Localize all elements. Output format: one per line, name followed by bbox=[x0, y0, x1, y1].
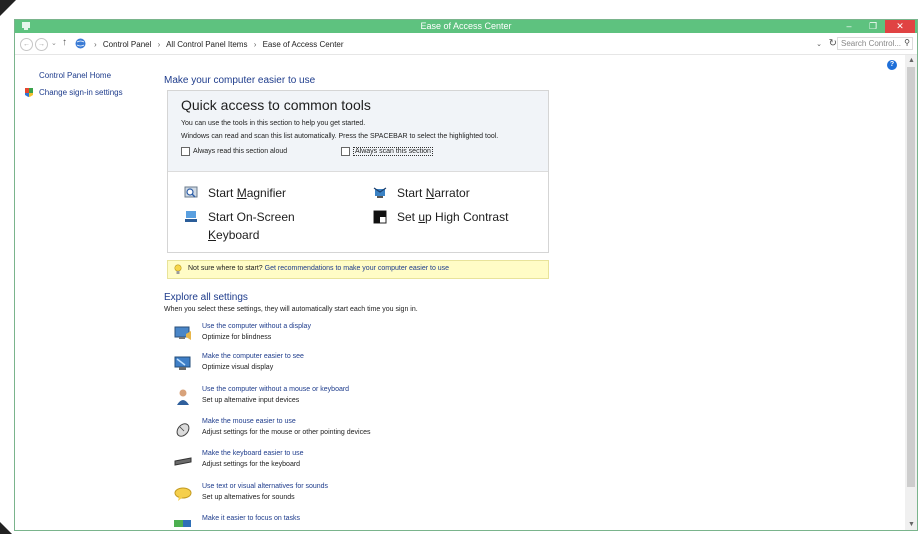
scroll-thumb[interactable] bbox=[907, 67, 915, 487]
recent-locations-dropdown[interactable]: ⌄ bbox=[51, 39, 57, 47]
search-placeholder: Search Control... bbox=[841, 39, 902, 48]
search-input[interactable]: Search Control... ⚲ bbox=[837, 37, 913, 50]
start-narrator-button[interactable]: Start Narrator bbox=[373, 184, 470, 202]
tool-access-key: M bbox=[236, 186, 247, 200]
shield-icon bbox=[25, 88, 33, 97]
start-on-screen-keyboard-button[interactable]: Start On-Screen Keyboard bbox=[185, 208, 328, 244]
focus-tasks-icon bbox=[174, 520, 191, 527]
scroll-down-arrow[interactable]: ▼ bbox=[908, 521, 915, 528]
hint-text: Not sure where to start? Get recommendat… bbox=[188, 265, 449, 272]
setting-link[interactable]: Use text or visual alternatives for soun… bbox=[202, 483, 328, 490]
checkbox-label[interactable]: Always read this section aloud bbox=[193, 148, 287, 155]
forward-button[interactable]: → bbox=[35, 38, 48, 51]
tool-label: p High Contrast bbox=[425, 210, 509, 224]
tool-label: Start bbox=[397, 186, 426, 200]
monitor-speaker-icon bbox=[174, 326, 191, 340]
setting-link[interactable]: Use the computer without a mouse or keyb… bbox=[202, 386, 349, 393]
help-icon[interactable]: ? bbox=[887, 60, 897, 70]
address-dropdown-icon[interactable]: ⌄ bbox=[816, 40, 822, 48]
keyboard-icon bbox=[174, 457, 192, 466]
setting-link[interactable]: Make the mouse easier to use bbox=[202, 418, 296, 425]
scroll-up-arrow[interactable]: ▲ bbox=[908, 57, 915, 64]
setting-item-sounds: Use text or visual alternatives for soun… bbox=[173, 483, 533, 507]
mouse-icon bbox=[176, 423, 190, 437]
tool-access-key: K bbox=[208, 228, 217, 242]
set-up-high-contrast-button[interactable]: Set up High Contrast bbox=[373, 208, 509, 226]
back-button[interactable]: ← bbox=[20, 38, 33, 51]
ease-of-access-window: Ease of Access Center – ❐ ✕ ← → ⌄ ↑ › Co… bbox=[14, 19, 918, 531]
setting-item-no-display: Use the computer without a display Optim… bbox=[173, 323, 533, 347]
hint-question: Not sure where to start? bbox=[188, 265, 265, 272]
quick-access-description: Windows can read and scan this list auto… bbox=[181, 133, 499, 140]
setting-link[interactable]: Use the computer without a display bbox=[202, 323, 311, 330]
vertical-scrollbar[interactable]: ▲ ▼ bbox=[905, 55, 917, 530]
screen-corner bbox=[0, 522, 12, 534]
setting-item-keyboard: Make the keyboard easier to use Adjust s… bbox=[173, 450, 533, 474]
breadcrumb-separator: › bbox=[157, 40, 161, 49]
setting-link[interactable]: Make the keyboard easier to use bbox=[202, 450, 304, 457]
control-panel-home-link[interactable]: Control Panel Home bbox=[39, 71, 111, 80]
setting-description: Optimize visual display bbox=[202, 364, 274, 371]
breadcrumb: › Control Panel › All Control Panel Item… bbox=[90, 40, 344, 49]
tool-label: Start bbox=[208, 186, 237, 200]
monitor-icon bbox=[174, 356, 191, 370]
high-contrast-icon bbox=[373, 210, 387, 224]
change-sign-in-settings-link[interactable]: Change sign-in settings bbox=[39, 88, 123, 97]
setting-description: Set up alternatives for sounds bbox=[202, 494, 295, 501]
checkbox-box[interactable] bbox=[341, 147, 350, 156]
breadcrumb-separator: › bbox=[94, 40, 97, 49]
breadcrumb-control-panel[interactable]: Control Panel bbox=[103, 40, 151, 49]
setting-link[interactable]: Make it easier to focus on tasks bbox=[202, 515, 300, 522]
refresh-icon[interactable]: ↻ bbox=[829, 38, 837, 49]
explore-description: When you select these settings, they wil… bbox=[164, 306, 418, 313]
tool-label: Start On-Screen bbox=[208, 210, 295, 224]
quick-access-panel: Quick access to common tools You can use… bbox=[167, 90, 549, 253]
breadcrumb-separator: › bbox=[253, 40, 257, 49]
person-icon bbox=[177, 389, 189, 405]
quick-access-description: You can use the tools in this section to… bbox=[181, 120, 366, 127]
on-screen-keyboard-icon bbox=[185, 211, 197, 222]
tool-label: eyboard bbox=[216, 228, 260, 242]
start-magnifier-button[interactable]: Start Magnifier bbox=[184, 184, 287, 202]
minimize-button[interactable]: – bbox=[839, 20, 859, 33]
checkbox-label[interactable]: Always scan this section bbox=[353, 147, 433, 156]
page-title: Make your computer easier to use bbox=[164, 75, 316, 86]
setting-description: Set up alternative input devices bbox=[202, 397, 300, 404]
checkbox-box[interactable] bbox=[181, 147, 190, 156]
control-panel-globe-icon bbox=[75, 38, 86, 49]
lightbulb-icon bbox=[174, 264, 182, 274]
get-recommendations-link[interactable]: Get recommendations to make your compute… bbox=[265, 265, 449, 272]
breadcrumb-ease-of-access[interactable]: Ease of Access Center bbox=[263, 40, 344, 49]
setting-description: Adjust settings for the mouse or other p… bbox=[202, 429, 371, 436]
always-scan-checkbox[interactable]: Always scan this section bbox=[341, 147, 433, 156]
breadcrumb-all-items[interactable]: All Control Panel Items bbox=[166, 40, 247, 49]
setting-link[interactable]: Make the computer easier to see bbox=[202, 353, 304, 360]
maximize-button[interactable]: ❐ bbox=[863, 20, 883, 33]
screen-corner bbox=[0, 0, 16, 16]
setting-item-focus: Make it easier to focus on tasks bbox=[173, 515, 533, 530]
setting-description: Adjust settings for the keyboard bbox=[202, 461, 301, 468]
explore-all-settings-heading: Explore all settings bbox=[164, 292, 248, 303]
tool-label: arrator bbox=[434, 186, 470, 200]
quick-access-header: Quick access to common tools You can use… bbox=[168, 91, 548, 172]
search-icon[interactable]: ⚲ bbox=[904, 38, 910, 47]
always-read-checkbox[interactable]: Always read this section aloud bbox=[181, 147, 287, 156]
speech-bubble-icon bbox=[174, 487, 192, 501]
quick-access-title: Quick access to common tools bbox=[181, 97, 371, 113]
setting-item-mouse: Make the mouse easier to use Adjust sett… bbox=[173, 418, 533, 442]
title-bar[interactable]: Ease of Access Center – ❐ ✕ bbox=[15, 20, 917, 33]
tool-label: Set bbox=[397, 210, 419, 224]
setting-item-easier-to-see: Make the computer easier to see Optimize… bbox=[173, 353, 533, 377]
up-button[interactable]: ↑ bbox=[62, 37, 67, 48]
window-title: Ease of Access Center bbox=[420, 21, 512, 31]
recommendation-hint: Not sure where to start? Get recommendat… bbox=[167, 260, 549, 279]
magnifier-icon bbox=[184, 186, 198, 198]
tool-label: agnifier bbox=[246, 186, 287, 200]
close-button[interactable]: ✕ bbox=[885, 20, 915, 33]
narrator-icon bbox=[373, 187, 387, 198]
setting-description: Optimize for blindness bbox=[202, 334, 272, 341]
address-bar: ← → ⌄ ↑ › Control Panel › All Control Pa… bbox=[15, 34, 917, 55]
setting-item-no-mouse-keyboard: Use the computer without a mouse or keyb… bbox=[173, 386, 533, 410]
